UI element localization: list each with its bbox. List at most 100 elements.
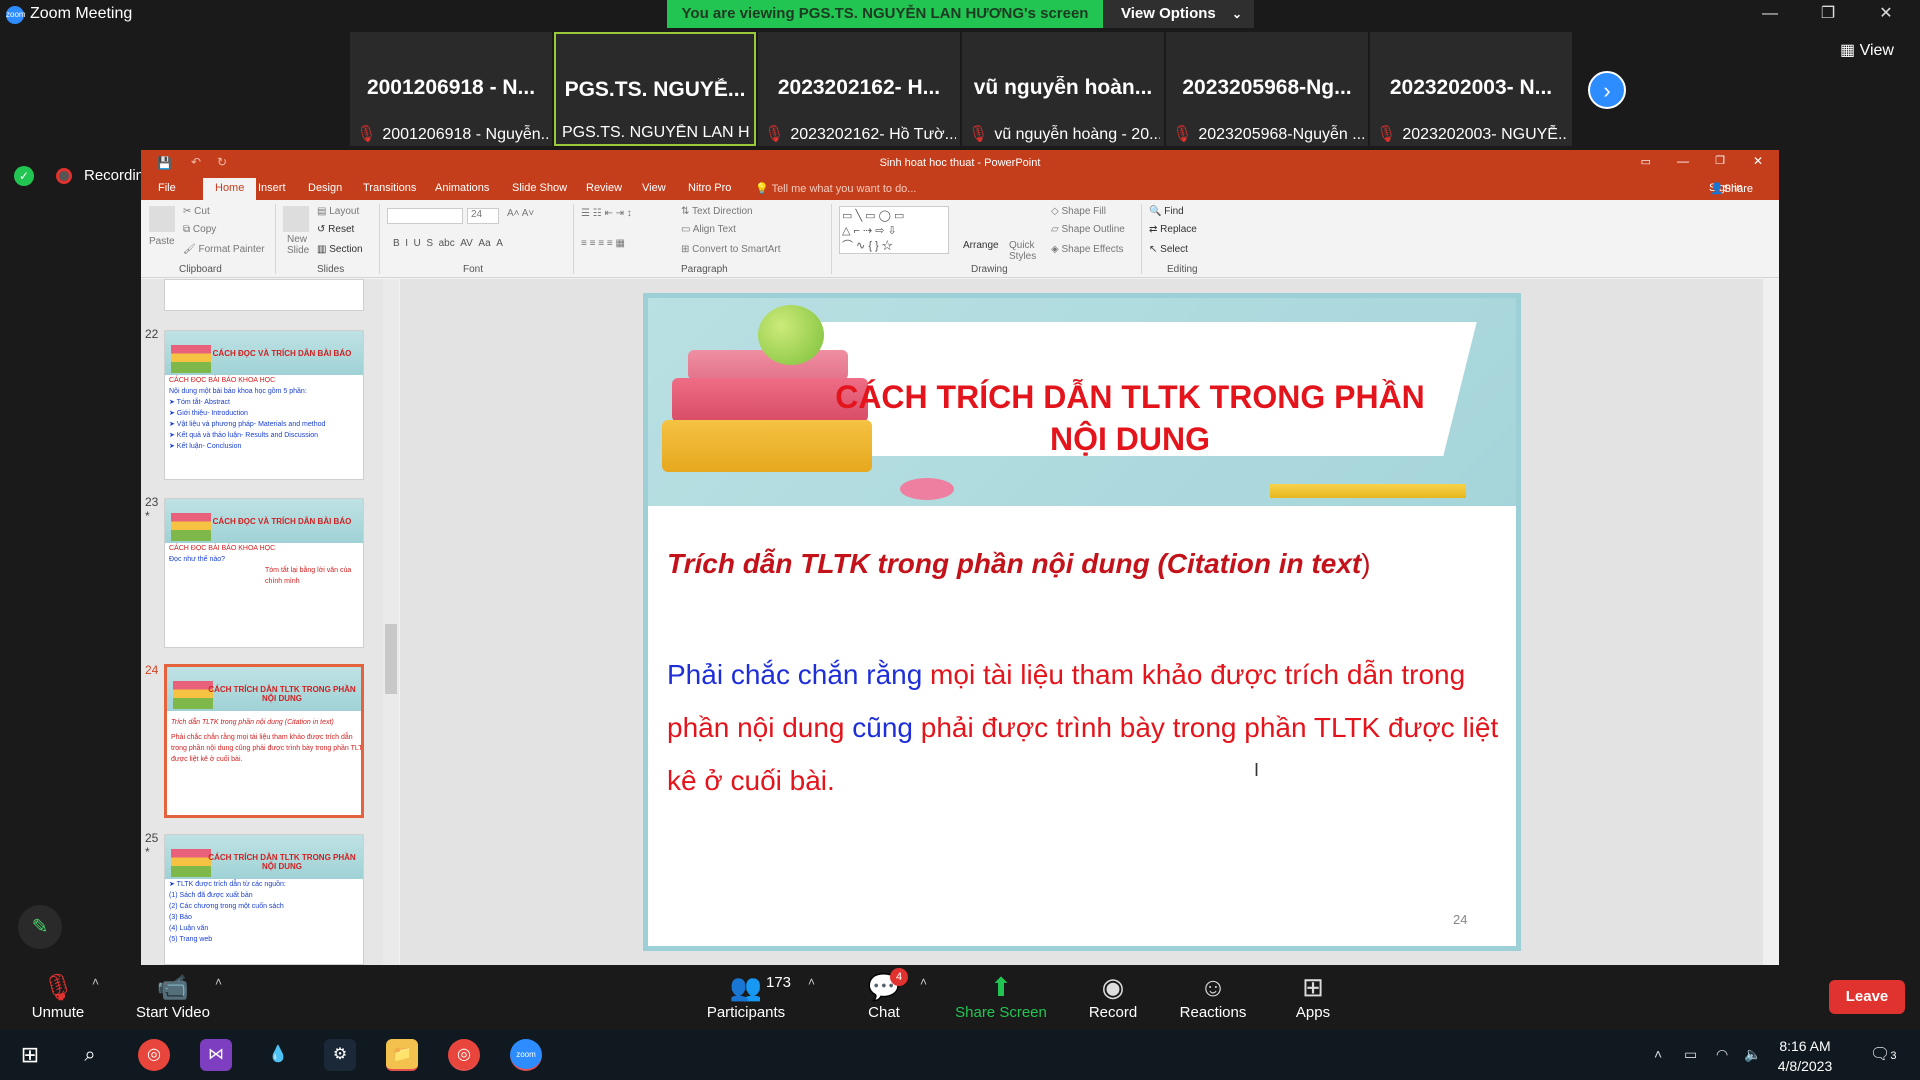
participant-label: 🎙 2023205968-Nguyễn ...: [1172, 126, 1364, 143]
divider: [1141, 204, 1142, 274]
ribbon-display-icon[interactable]: ▭: [1641, 155, 1651, 168]
ppt-minimize-button[interactable]: —: [1677, 154, 1689, 168]
copy-button[interactable]: ⧉ Copy: [183, 224, 216, 235]
bullets-icon[interactable]: ☰ ☷ ⇤ ⇥ ↕: [581, 208, 632, 219]
apps-button[interactable]: ⊞ Apps: [1258, 970, 1368, 1021]
shape-fill-button[interactable]: ◇ Shape Fill: [1051, 206, 1106, 217]
slide-thumbnail-25[interactable]: CÁCH TRÍCH DẪN TLTK TRONG PHẦN NỘI DUNG …: [164, 834, 364, 965]
tab-file[interactable]: File: [158, 182, 176, 194]
new-slide-button[interactable]: New Slide: [287, 234, 317, 256]
section-button[interactable]: ▥ Section: [317, 244, 363, 255]
slide-thumbnail[interactable]: [164, 279, 364, 311]
slide-paragraph[interactable]: Phải chắc chắn rằng mọi tài liệu tham kh…: [667, 648, 1507, 807]
participants-caret-icon[interactable]: ˄: [808, 975, 815, 989]
slide-thumbnail-24-selected[interactable]: CÁCH TRÍCH DẪN TLTK TRONG PHẦN NỘI DUNG …: [164, 664, 364, 818]
close-button[interactable]: ✕: [1866, 2, 1906, 26]
mic-muted-icon: 🎙: [764, 126, 785, 143]
shape-effects-button[interactable]: ◈ Shape Effects: [1051, 244, 1124, 255]
paste-button[interactable]: Paste: [149, 236, 175, 247]
slide-subtitle[interactable]: Trích dẫn TLTK trong phần nội dung (Cita…: [667, 548, 1371, 580]
format-painter-button[interactable]: 🖌 Format Painter: [183, 244, 265, 255]
grow-font-icon[interactable]: A˄ A˅: [507, 208, 534, 219]
tab-slide-show[interactable]: Slide Show: [512, 182, 567, 194]
windows-start-icon[interactable]: ⊞: [14, 1039, 46, 1071]
shield-check-icon[interactable]: ✓: [14, 166, 34, 186]
minimize-button[interactable]: —: [1750, 2, 1790, 26]
view-options-button[interactable]: View Options ⌄: [1103, 0, 1254, 28]
notifications-icon[interactable]: 🗨3: [1870, 1044, 1896, 1064]
participant-tile[interactable]: 2023202003- N... 🎙 2023202003- NGUYỄ...: [1370, 32, 1572, 146]
view-button[interactable]: ▦ View: [1840, 40, 1894, 60]
tab-animations[interactable]: Animations: [435, 182, 489, 194]
reactions-button[interactable]: ☺ Reactions: [1158, 970, 1268, 1021]
slide-thumbnail-23[interactable]: CÁCH ĐỌC VÀ TRÍCH DẪN BÀI BÁO CÁCH ĐỌC B…: [164, 498, 364, 648]
tab-review[interactable]: Review: [586, 182, 622, 194]
zoom-taskbar-icon[interactable]: zoom: [510, 1039, 542, 1071]
tab-home[interactable]: Home: [203, 178, 257, 200]
steam-icon[interactable]: ⚙: [324, 1039, 356, 1071]
participant-tile[interactable]: vũ nguyễn hoàn... 🎙 vũ nguyễn hoàng - 20.…: [962, 32, 1164, 146]
canvas-scrollbar[interactable]: [1763, 279, 1779, 965]
tell-me-input[interactable]: 💡 Tell me what you want to do...: [755, 182, 916, 195]
slide-number-selected: 24: [145, 663, 159, 677]
cut-button[interactable]: ✂ Cut: [183, 206, 210, 217]
tab-transitions[interactable]: Transitions: [363, 182, 416, 194]
shapes-gallery[interactable]: ▭ ╲ ▭ ◯ ▭ △ ⌐ ⇢ ⇨ ⇩ ⌒ ∿ { } ☆: [839, 206, 949, 254]
chrome-icon[interactable]: ◎: [138, 1039, 170, 1071]
system-clock[interactable]: 8:16 AM 4/8/2023: [1760, 1036, 1850, 1076]
shape-outline-button[interactable]: ▱ Shape Outline: [1051, 224, 1125, 235]
layout-button[interactable]: ▤ Layout: [317, 206, 359, 217]
search-icon[interactable]: ⌕: [74, 1039, 106, 1071]
next-page-arrow-icon[interactable]: ›: [1588, 71, 1626, 109]
slide-thumbnail-22[interactable]: CÁCH ĐỌC VÀ TRÍCH DẪN BÀI BÁO CÁCH ĐỌC B…: [164, 330, 364, 480]
participant-tile-active[interactable]: PGS.TS. NGUYỄ... PGS.TS. NGUYỄN LAN HƯ..…: [554, 32, 756, 146]
participant-tile[interactable]: 2023202162- H... 🎙 2023202162- Hồ Tườ...: [758, 32, 960, 146]
find-button[interactable]: 🔍 Find: [1149, 206, 1184, 217]
replace-button[interactable]: ⇄ Replace: [1149, 224, 1197, 235]
tray-chevron-icon[interactable]: ˄: [1654, 1046, 1662, 1062]
arrange-button[interactable]: Arrange: [963, 240, 999, 251]
audio-options-caret-icon[interactable]: ˄: [92, 975, 99, 989]
tab-design[interactable]: Design: [308, 182, 342, 194]
reset-button[interactable]: ↺ Reset: [317, 224, 354, 235]
thumbnail-header: CÁCH TRÍCH DẪN TLTK TRONG PHẦN NỘI DUNG: [165, 835, 363, 879]
restore-button[interactable]: ❐: [1808, 2, 1848, 26]
leave-button[interactable]: Leave: [1829, 980, 1905, 1014]
ppt-restore-button[interactable]: ❐: [1715, 154, 1725, 167]
record-button[interactable]: ◉ Record: [1058, 970, 1168, 1021]
thumbnails-scrollbar[interactable]: [383, 279, 399, 965]
volume-icon[interactable]: 🔈: [1744, 1046, 1761, 1063]
tab-insert[interactable]: Insert: [258, 182, 286, 194]
tab-view[interactable]: View: [642, 182, 666, 194]
share-button[interactable]: 👤Share: [1710, 182, 1753, 195]
share-screen-button[interactable]: ⬆ Share Screen: [946, 970, 1056, 1021]
slide-title[interactable]: CÁCH TRÍCH DẪN TLTK TRONG PHẦN NỘI DUNG: [800, 376, 1460, 460]
slide-number: 25: [145, 831, 159, 845]
ppt-close-button[interactable]: ✕: [1753, 154, 1763, 168]
new-slide-icon[interactable]: [283, 206, 309, 232]
visual-studio-icon[interactable]: ⋈: [200, 1039, 232, 1071]
quick-styles-button[interactable]: Quick Styles: [1009, 240, 1039, 262]
annotate-pen-icon[interactable]: ✎: [18, 905, 62, 949]
bold-italic-underline-icons[interactable]: B I U S abc AV Aa A: [393, 238, 503, 249]
chrome-running-icon[interactable]: ◎: [448, 1039, 480, 1071]
wifi-icon[interactable]: ◠: [1716, 1046, 1728, 1063]
align-icons[interactable]: ≡ ≡ ≡ ≡ ▦: [581, 238, 625, 249]
participant-tile[interactable]: 2023205968-Ng... 🎙 2023205968-Nguyễn ...: [1166, 32, 1368, 146]
participant-tile[interactable]: 2001206918 - N... 🎙 2001206918 - Nguyễn..…: [350, 32, 552, 146]
app-drop-icon[interactable]: 💧: [262, 1039, 294, 1071]
paste-icon[interactable]: [149, 206, 175, 232]
scrollbar-thumb[interactable]: [385, 624, 397, 694]
convert-smartart-button[interactable]: ⊞ Convert to SmartArt: [681, 244, 781, 255]
font-size-field[interactable]: 24: [467, 208, 499, 224]
start-video-button[interactable]: 📹 Start Video: [118, 970, 228, 1021]
battery-icon[interactable]: ▭: [1684, 1046, 1697, 1063]
file-explorer-icon[interactable]: 📁: [386, 1039, 418, 1071]
text-direction-button[interactable]: ⇅ Text Direction: [681, 206, 753, 217]
video-options-caret-icon[interactable]: ˄: [215, 975, 222, 989]
align-text-button[interactable]: ▭ Align Text: [681, 224, 736, 235]
chat-caret-icon[interactable]: ˄: [920, 975, 927, 989]
tab-nitro-pro[interactable]: Nitro Pro: [688, 182, 731, 194]
select-button[interactable]: ↖ Select: [1149, 244, 1188, 255]
font-name-field[interactable]: [387, 208, 463, 224]
